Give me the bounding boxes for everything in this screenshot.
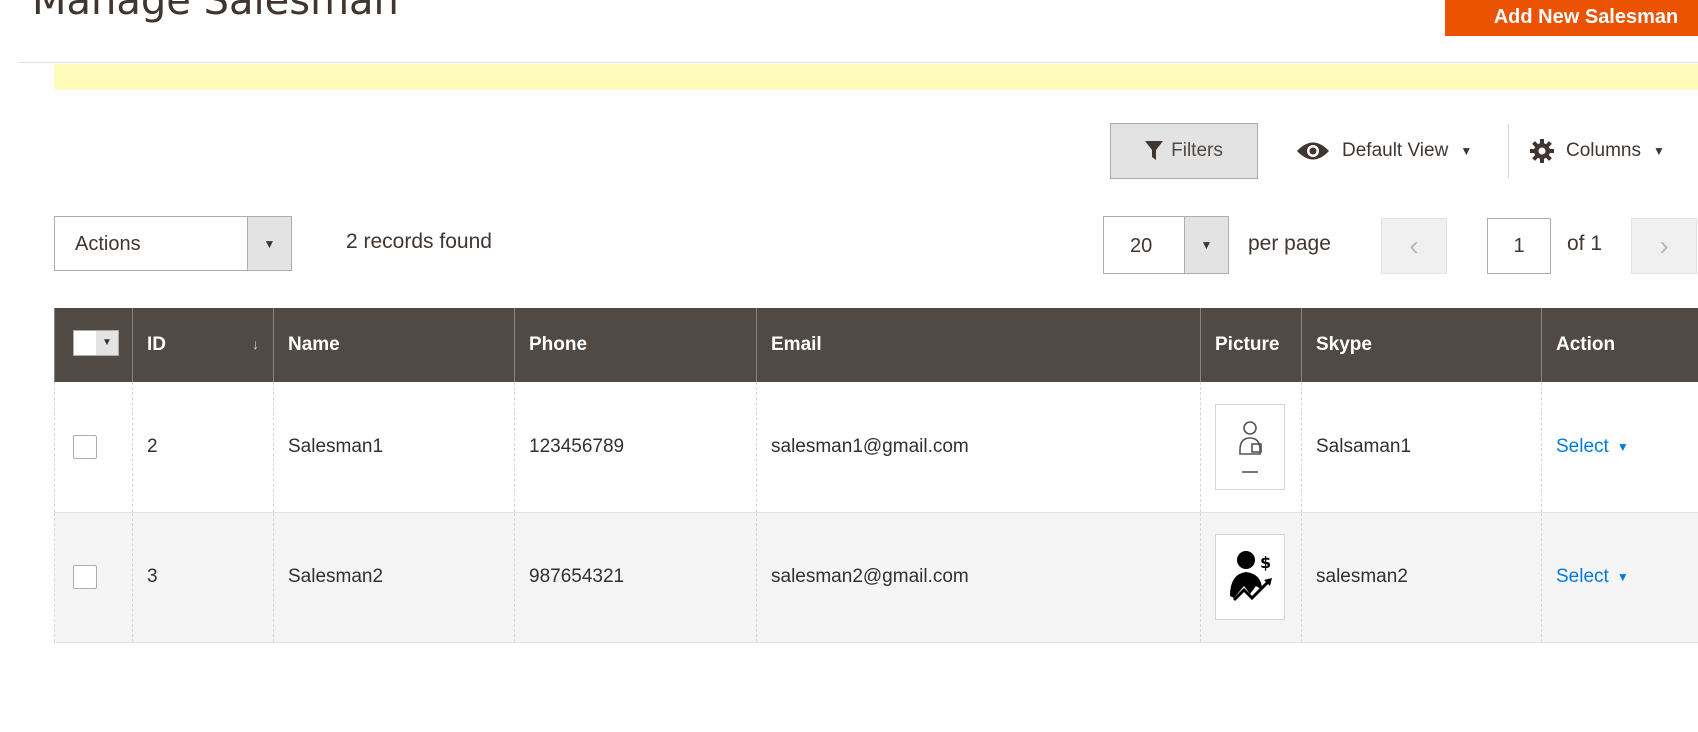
add-new-salesman-button[interactable]: Add New Salesman [1445,0,1698,36]
table-row: 2 Salesman1 123456789 salesman1@gmail.co… [54,382,1698,513]
page-title: Manage Salesman [32,0,399,24]
filter-icon [1145,141,1164,160]
actions-label: Actions [75,233,141,255]
cell-name: Salesman2 [273,512,515,643]
salesman-chart-icon: $ [1230,551,1272,602]
column-header-phone[interactable]: Phone [514,308,757,382]
row-checkbox[interactable] [73,434,97,459]
cell-action: Select ▼ [1541,382,1698,513]
cell-phone: 987654321 [514,512,757,643]
columns-dropdown[interactable]: Columns ▼ [1530,128,1665,174]
default-view-label: Default View [1342,140,1449,161]
mass-select-checkbox[interactable]: ▼ [73,329,119,356]
caret-down-icon[interactable]: ▼ [1184,217,1228,273]
actions-dropdown[interactable]: Actions ▼ [54,216,292,271]
cell-skype: salesman2 [1301,512,1542,643]
row-checkbox-cell [54,512,133,643]
cell-phone: 123456789 [514,382,757,513]
select-action-link[interactable]: Select ▼ [1556,566,1629,588]
cell-action: Select ▼ [1541,512,1698,643]
next-page-button[interactable]: › [1631,218,1697,274]
columns-label: Columns [1566,140,1641,161]
select-action-link[interactable]: Select ▼ [1556,436,1629,458]
mass-select-column: ▼ [54,308,133,382]
per-page-dropdown[interactable]: 20 ▼ [1103,216,1229,274]
cell-id: 3 [132,512,274,643]
cell-email: salesman1@gmail.com [756,382,1201,513]
per-page-label: per page [1248,232,1331,255]
per-page-value: 20 [1130,235,1153,257]
caret-down-icon: ▼ [1616,439,1629,454]
cell-skype: Salsaman1 [1301,382,1542,513]
column-header-action: Action [1541,308,1698,382]
caret-down-icon: ▼ [1460,144,1473,158]
cell-email: salesman2@gmail.com [756,512,1201,643]
filters-label: Filters [1171,140,1223,161]
default-view-dropdown[interactable]: Default View ▼ [1296,128,1472,174]
table-header-row: ▼ ID ↓ Name Phone Email Picture Skype Act… [54,308,1698,382]
page-count: of 1 [1567,232,1603,255]
column-header-picture: Picture [1200,308,1302,382]
cell-id: 2 [132,382,274,513]
filters-button[interactable]: Filters [1110,123,1258,179]
column-header-skype[interactable]: Skype [1301,308,1542,382]
svg-text:$: $ [1260,553,1271,572]
sort-arrow-icon: ↓ [252,336,259,352]
records-found: 2 records found [346,230,492,253]
cell-picture [1200,382,1302,513]
caret-down-icon: ▼ [1616,570,1629,584]
previous-page-button[interactable]: ‹ [1381,218,1447,274]
gear-icon [1530,139,1554,163]
column-header-name[interactable]: Name [273,308,515,382]
caret-down-icon: ▼ [96,330,118,355]
row-checkbox-cell [54,382,133,513]
chevron-right-icon: › [1659,230,1669,261]
column-header-id[interactable]: ID ↓ [132,308,274,382]
salesman-grid: ▼ ID ↓ Name Phone Email Picture Skype Act… [54,308,1698,643]
cell-name: Salesman1 [273,382,515,513]
notice-bar [54,64,1698,90]
page-number-input[interactable] [1487,218,1551,274]
caret-down-icon: ▼ [1652,144,1665,158]
header-divider [18,62,1698,63]
chevron-left-icon: ‹ [1409,230,1419,261]
salesman-outline-icon [1239,420,1262,473]
cell-picture: $ [1200,512,1302,643]
column-header-email[interactable]: Email [756,308,1201,382]
toolbar-divider [1508,124,1509,178]
table-row: 3 Salesman2 987654321 salesman2@gmail.co… [54,512,1698,643]
eye-icon [1297,142,1329,160]
row-checkbox[interactable] [73,565,97,589]
salesman-picture[interactable]: $ [1215,534,1285,620]
caret-down-icon[interactable]: ▼ [247,217,291,270]
salesman-picture[interactable] [1215,403,1285,490]
